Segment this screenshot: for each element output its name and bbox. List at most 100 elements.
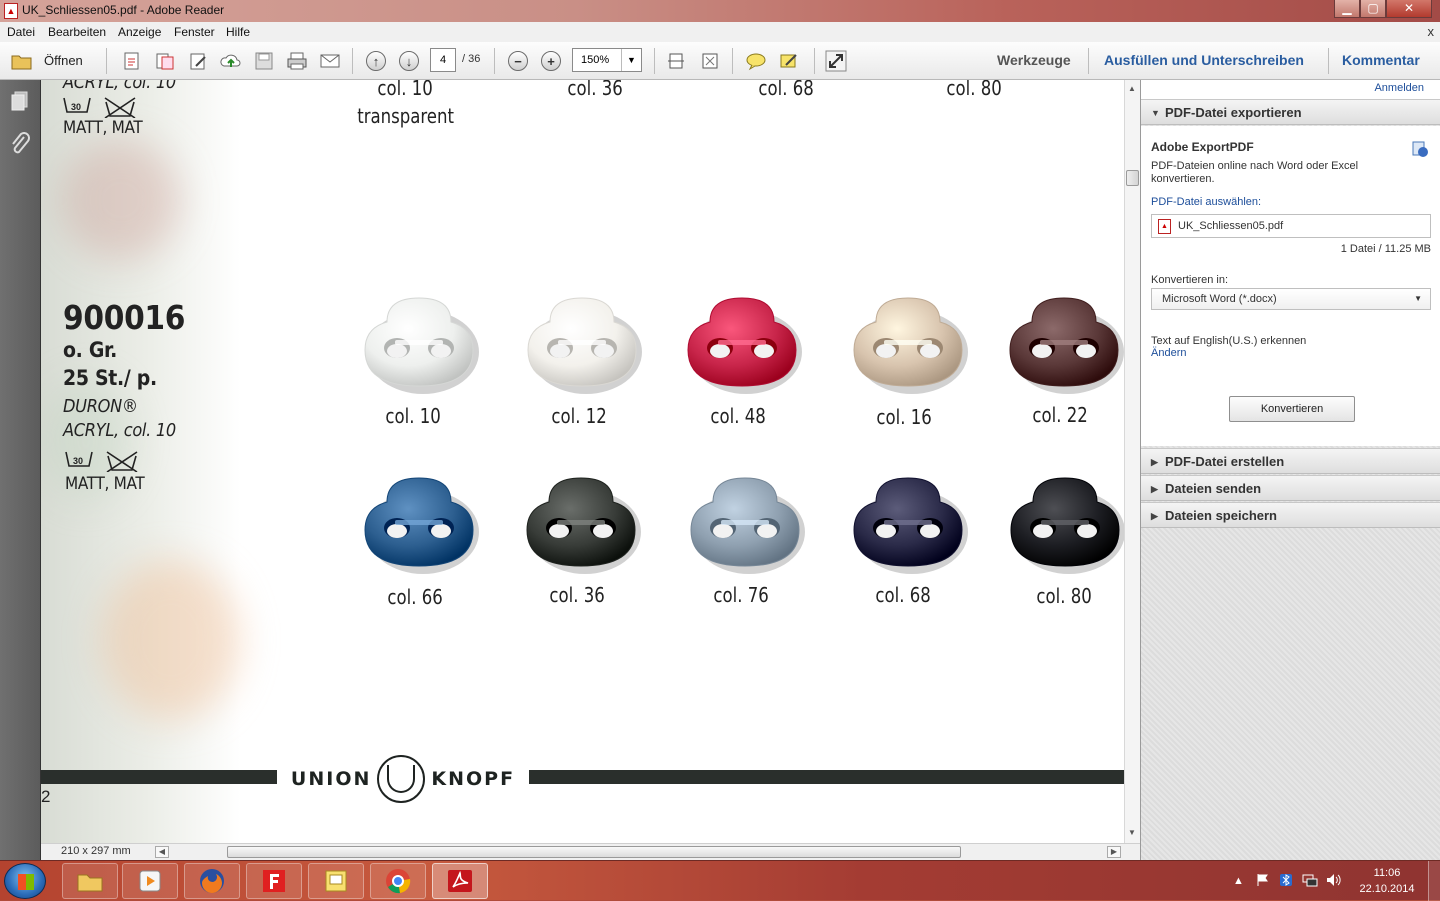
scroll-down-icon[interactable]: ▼	[1128, 828, 1136, 837]
scroll-thumb[interactable]	[1126, 170, 1139, 186]
convert-format-select[interactable]: Microsoft Word (*.docx) ▼	[1151, 288, 1431, 310]
volume-icon[interactable]	[1326, 873, 1342, 887]
scroll-right-icon[interactable]: ▶	[1107, 846, 1121, 858]
export-info-icon[interactable]	[1411, 140, 1429, 163]
menu-bar: Datei Bearbeiten Anzeige Fenster Hilfe x	[0, 22, 1440, 42]
page-thumbnails-icon[interactable]	[9, 90, 31, 117]
page-number: 2	[41, 787, 51, 806]
triangle-right-icon: ▶	[1151, 484, 1158, 494]
fill-sign-link[interactable]: Ausfüllen und Unterschreiben	[1104, 52, 1304, 68]
product-material: DURON®	[63, 396, 138, 417]
top-label-1-sub: transparent	[357, 104, 454, 128]
firefox-taskbar-button[interactable]	[184, 863, 240, 899]
show-desktop-button[interactable]	[1428, 861, 1440, 901]
file-info: 1 Datei / 11.25 MB	[1340, 243, 1431, 255]
row2-label-2: col. 36	[549, 583, 605, 607]
cord-stopper-image	[526, 477, 641, 574]
chevron-down-icon[interactable]: ▼	[621, 49, 641, 71]
vertical-scrollbar[interactable]: ▲ ▼	[1124, 80, 1140, 843]
stopper-item	[1002, 288, 1124, 400]
stopper-item	[520, 288, 644, 400]
stopper-item	[846, 288, 970, 400]
chrome-taskbar-button[interactable]	[370, 863, 426, 899]
fit-page-icon[interactable]	[664, 49, 688, 73]
convert-button[interactable]: Konvertieren	[1229, 396, 1355, 422]
firefox-icon	[200, 869, 224, 893]
create-pdf-header[interactable]: ▶ PDF-Datei erstellen	[1141, 448, 1440, 474]
system-clock[interactable]: 11:06 22.10.2014	[1356, 865, 1418, 897]
menu-bearbeiten[interactable]: Bearbeiten	[48, 25, 106, 39]
show-hidden-icons-icon[interactable]: ▲	[1233, 875, 1244, 887]
stopper-item	[357, 288, 481, 400]
page-number-input[interactable]: 4	[430, 48, 456, 72]
row2-label-4: col. 68	[875, 583, 931, 607]
open-button[interactable]: Öffnen	[44, 53, 83, 68]
triangle-down-icon: ▼	[1151, 108, 1160, 118]
close-button[interactable]: ✕	[1386, 0, 1432, 18]
top-finish-text: MATT, MAT	[63, 118, 143, 138]
highlight-icon[interactable]	[777, 49, 801, 73]
tools-link[interactable]: Werkzeuge	[997, 52, 1071, 68]
cord-stopper-image	[853, 477, 968, 574]
triangle-right-icon: ▶	[1151, 457, 1158, 467]
print-icon[interactable]	[285, 49, 309, 73]
close-document-icon[interactable]: x	[1428, 24, 1435, 39]
create-pdf-title: PDF-Datei erstellen	[1165, 454, 1285, 469]
scroll-up-icon[interactable]: ▲	[1128, 84, 1136, 93]
foxit-taskbar-button[interactable]	[246, 863, 302, 899]
zoom-value: 150%	[581, 54, 610, 66]
app-f-icon	[263, 870, 285, 892]
action-center-flag-icon[interactable]	[1256, 873, 1270, 887]
create-pdf-icon[interactable]	[120, 49, 144, 73]
previous-page-icon[interactable]: ↑	[364, 49, 388, 73]
top-acryl-text: ACRYL, col. 10	[63, 80, 176, 93]
care-symbols: 30	[65, 450, 139, 472]
scroll-left-icon[interactable]: ◀	[155, 846, 169, 858]
media-player-taskbar-button[interactable]	[122, 863, 178, 899]
union-knopf-logo: UNION KNOPF	[277, 753, 529, 805]
menu-hilfe[interactable]: Hilfe	[226, 25, 250, 39]
full-page-icon[interactable]	[698, 49, 722, 73]
selected-file-field[interactable]: ▲ UK_Schliessen05.pdf	[1151, 214, 1431, 238]
bluetooth-icon[interactable]	[1279, 873, 1293, 887]
save-files-header[interactable]: ▶ Dateien speichern	[1141, 502, 1440, 528]
wash-temperature-top: 30	[71, 102, 81, 112]
email-icon[interactable]	[318, 49, 342, 73]
edit-document-icon[interactable]	[186, 49, 210, 73]
adobe-reader-taskbar-button[interactable]	[432, 863, 488, 899]
explorer-taskbar-button[interactable]	[62, 863, 118, 899]
zoom-select[interactable]: 150% ▼	[572, 48, 642, 72]
open-folder-icon[interactable]	[10, 49, 34, 73]
no-dry-clean-icon	[104, 97, 136, 118]
expand-icon[interactable]	[824, 49, 848, 73]
next-page-icon[interactable]: ↓	[397, 49, 421, 73]
zoom-out-icon[interactable]: −	[506, 49, 530, 73]
export-pdf-header[interactable]: ▼ PDF-Datei exportieren	[1141, 99, 1440, 125]
zoom-in-icon[interactable]: +	[539, 49, 563, 73]
sign-in-link[interactable]: Anmelden	[1374, 82, 1424, 94]
change-language-link[interactable]: Ändern	[1151, 347, 1186, 359]
tools-panel: Anmelden ▼ PDF-Datei exportieren Adobe E…	[1140, 80, 1440, 860]
start-button[interactable]	[4, 863, 46, 899]
cord-stopper-image	[1010, 477, 1124, 574]
minimize-button[interactable]: ▁	[1334, 0, 1360, 18]
window-title: UK_Schliessen05.pdf - Adobe Reader	[22, 3, 225, 17]
menu-fenster[interactable]: Fenster	[174, 25, 215, 39]
save-icon[interactable]	[252, 49, 276, 73]
network-icon[interactable]	[1302, 873, 1318, 887]
notes-taskbar-button[interactable]	[308, 863, 364, 899]
product-number: 900016	[63, 298, 186, 337]
attachment-icon[interactable]	[9, 132, 31, 163]
menu-datei[interactable]: Datei	[7, 25, 35, 39]
send-files-header[interactable]: ▶ Dateien senden	[1141, 475, 1440, 501]
maximize-button[interactable]: ▢	[1360, 0, 1386, 18]
menu-anzeige[interactable]: Anzeige	[118, 25, 161, 39]
upload-cloud-icon[interactable]	[219, 49, 243, 73]
exportpdf-service: Adobe ExportPDF	[1151, 140, 1254, 154]
comment-link[interactable]: Kommentar	[1342, 52, 1420, 68]
comment-icon[interactable]	[744, 49, 768, 73]
horizontal-scroll-thumb[interactable]	[227, 846, 961, 858]
combine-files-icon[interactable]	[153, 49, 177, 73]
media-player-icon	[139, 870, 161, 892]
brand-right: KNOPF	[431, 768, 516, 790]
